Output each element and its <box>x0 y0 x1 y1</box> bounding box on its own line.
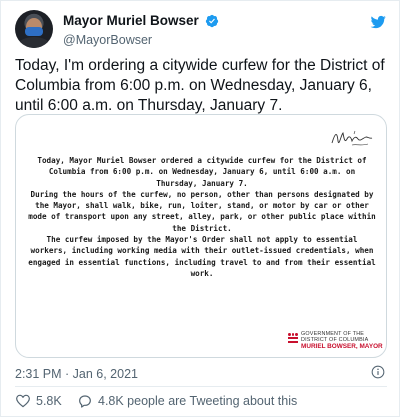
tweet-card: Mayor Muriel Bowser @MayorBowser Today, … <box>0 0 400 417</box>
speech-bubble-icon <box>79 395 91 408</box>
author-display-name[interactable]: Mayor Muriel Bowser <box>63 13 199 28</box>
tweet-meta: 2:31 PM · Jan 6, 2021 <box>15 365 387 381</box>
tweet-image[interactable]: Today, Mayor Muriel Bowser ordered a cit… <box>15 114 387 358</box>
tweet-timestamp[interactable]: 2:31 PM · Jan 6, 2021 <box>15 367 138 381</box>
like-count: 5.8K <box>36 394 62 408</box>
author-block: Mayor Muriel Bowser @MayorBowser <box>63 12 219 47</box>
tweet-text: Today, I'm ordering a citywide curfew fo… <box>15 57 385 114</box>
avatar[interactable] <box>15 10 53 48</box>
tweeting-about-link[interactable]: 4.8K people are Tweeting about this <box>77 392 297 410</box>
heart-icon <box>16 394 30 408</box>
curfew-notice: Today, Mayor Muriel Bowser ordered a cit… <box>26 155 378 279</box>
dc-flag-icon <box>288 333 299 347</box>
notice-paragraph-3: The curfew imposed by the Mayor's Order … <box>28 235 376 278</box>
tweeting-about-text: 4.8K people are Tweeting about this <box>98 394 298 408</box>
info-icon[interactable] <box>371 365 385 379</box>
twitter-bird-icon[interactable] <box>369 14 387 30</box>
notice-paragraph-1: Today, Mayor Muriel Bowser ordered a cit… <box>37 156 367 188</box>
like-button[interactable]: 5.8K <box>15 392 62 410</box>
tweet-actions: 5.8K 4.8K people are Tweeting about this <box>15 392 387 410</box>
verified-badge-icon <box>206 14 219 27</box>
avatar-mask <box>25 27 43 36</box>
notice-paragraph-2: During the hours of the curfew, no perso… <box>28 189 376 233</box>
dc-government-seal: GOVERNMENT OF THE DISTRICT OF COLUMBIA M… <box>288 331 383 353</box>
mayor-signature <box>331 130 373 146</box>
divider <box>15 386 387 387</box>
tweet-header: Mayor Muriel Bowser @MayorBowser <box>15 10 387 48</box>
author-handle[interactable]: @MayorBowser <box>63 33 219 47</box>
seal-line-3: MURIEL BOWSER, MAYOR <box>301 343 383 350</box>
avatar-shoulders <box>18 37 50 48</box>
